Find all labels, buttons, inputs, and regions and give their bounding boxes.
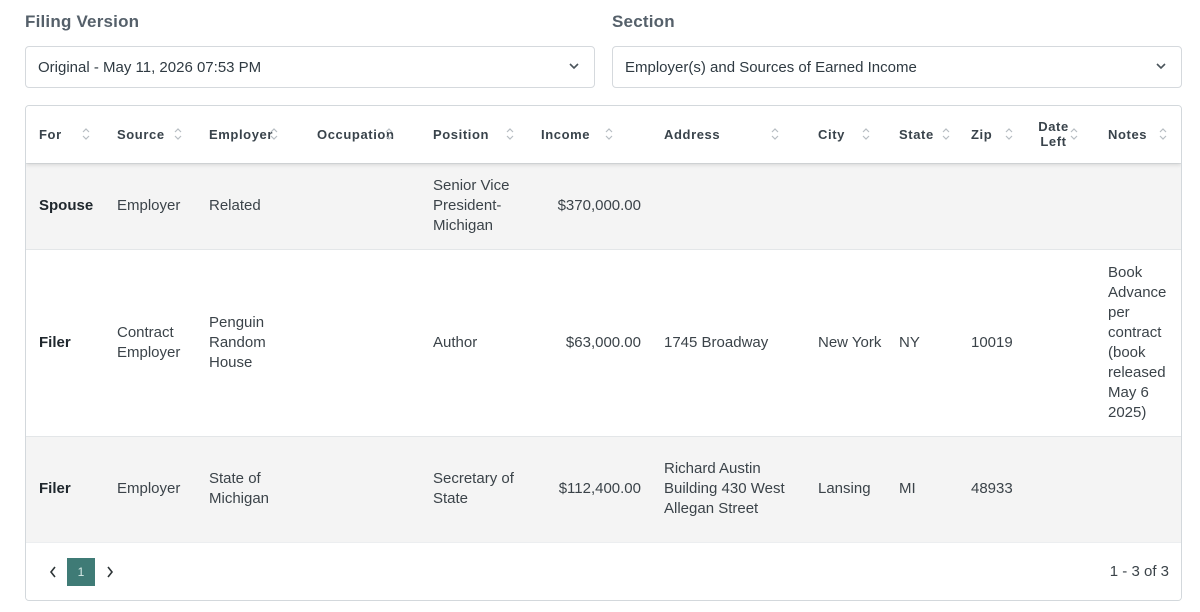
cell-state: NY — [899, 333, 920, 351]
cell-position: Secretary of State — [433, 470, 514, 508]
section-label: Section — [612, 12, 675, 31]
cell-employer: Related — [209, 197, 261, 214]
cell-date-left — [1026, 436, 1095, 542]
chevron-left-icon[interactable] — [48, 565, 58, 579]
column-header-occupation[interactable]: Occupation — [304, 106, 420, 163]
filing-version-select[interactable]: Original - May 11, 2026 07:53 PM — [25, 46, 595, 88]
section-select[interactable]: Employer(s) and Sources of Earned Income — [612, 46, 1182, 88]
column-header-for[interactable]: For — [26, 106, 104, 163]
pagination-bar: 1 1 - 3 of 3 — [26, 542, 1181, 600]
column-header-city[interactable]: City — [805, 106, 886, 163]
sort-icon — [385, 128, 393, 140]
column-label: State — [899, 126, 934, 142]
column-label: Occupation — [317, 126, 395, 142]
cell-city — [805, 163, 886, 249]
cell-employer: Penguin Random House — [209, 313, 266, 371]
sort-icon — [174, 128, 182, 140]
filing-version-value: Original - May 11, 2026 07:53 PM — [38, 58, 262, 76]
cell-address: Richard Austin Building 430 West Allegan… — [664, 460, 785, 518]
sort-icon — [942, 128, 950, 140]
cell-date-left — [1026, 249, 1095, 436]
table-row: Spouse Employer Related Senior Vice Pres… — [26, 163, 1181, 249]
column-label: Zip — [971, 126, 993, 142]
sort-icon — [82, 128, 90, 140]
cell-source: Employer — [117, 197, 181, 214]
column-label: Income — [541, 126, 591, 142]
cell-for: Filer — [39, 333, 71, 351]
column-label: City — [818, 126, 845, 142]
sort-icon — [506, 128, 514, 140]
cell-city: New York — [818, 333, 882, 351]
sort-icon — [270, 128, 278, 140]
column-label: Address — [664, 126, 721, 142]
cell-address — [651, 163, 805, 249]
sort-icon — [862, 128, 870, 140]
chevron-right-icon[interactable] — [105, 565, 115, 579]
chevron-down-icon — [569, 63, 579, 70]
cell-source: Contract Employer — [117, 323, 181, 361]
column-header-income[interactable]: Income — [528, 106, 651, 163]
column-header-source[interactable]: Source — [104, 106, 196, 163]
chevron-down-icon — [1156, 63, 1166, 70]
cell-state: MI — [899, 480, 916, 498]
sort-icon — [771, 128, 779, 140]
income-table: For Source Employer Occupation Position … — [26, 106, 1181, 542]
column-header-date-left[interactable]: Date Left — [1026, 106, 1095, 163]
sort-icon — [1159, 128, 1167, 140]
column-header-employer[interactable]: Employer — [196, 106, 304, 163]
pagination-range: 1 - 3 of 3 — [1109, 563, 1169, 580]
page-1-button[interactable]: 1 — [67, 558, 95, 586]
table-header-row: For Source Employer Occupation Position … — [26, 106, 1181, 163]
cell-employer: State of Michigan — [209, 470, 270, 508]
column-header-zip[interactable]: Zip — [958, 106, 1026, 163]
cell-position: Senior Vice President-Michigan — [433, 177, 510, 234]
sort-icon — [1070, 128, 1078, 140]
sort-icon — [1005, 128, 1013, 140]
cell-occupation — [304, 249, 420, 436]
cell-address: 1745 Broadway — [664, 333, 769, 351]
cell-notes — [1095, 436, 1181, 542]
column-header-address[interactable]: Address — [651, 106, 805, 163]
cell-zip: 10019 — [971, 333, 1013, 351]
cell-income: $112,400.00 — [558, 480, 641, 498]
cell-for: Spouse — [39, 197, 94, 214]
income-table-card: For Source Employer Occupation Position … — [25, 105, 1182, 601]
column-label: Source — [117, 126, 165, 142]
cell-state — [886, 163, 958, 249]
column-header-state[interactable]: State — [886, 106, 958, 163]
table-row: Filer Employer State of Michigan Secreta… — [26, 436, 1181, 542]
column-label: Employer — [209, 126, 274, 142]
sort-icon — [605, 128, 613, 140]
cell-date-left — [1026, 163, 1095, 249]
cell-position: Author — [433, 333, 478, 351]
cell-city: Lansing — [818, 480, 871, 498]
cell-notes — [1095, 163, 1181, 249]
column-header-position[interactable]: Position — [420, 106, 528, 163]
cell-zip — [958, 163, 1026, 249]
cell-for: Filer — [39, 480, 71, 498]
column-label: Date Left — [1038, 119, 1069, 150]
column-header-notes[interactable]: Notes — [1095, 106, 1181, 163]
cell-notes: Book Advance per contract (book released… — [1108, 263, 1167, 421]
column-label: Notes — [1108, 126, 1148, 142]
column-label: For — [39, 126, 62, 142]
cell-source: Employer — [117, 480, 181, 498]
filing-version-label: Filing Version — [25, 12, 140, 31]
section-value: Employer(s) and Sources of Earned Income — [625, 58, 917, 76]
cell-zip: 48933 — [971, 480, 1013, 498]
column-label: Position — [433, 126, 490, 142]
cell-income: $63,000.00 — [565, 333, 641, 351]
cell-income: $370,000.00 — [557, 197, 641, 214]
table-row: Filer Contract Employer Penguin Random H… — [26, 249, 1181, 436]
cell-occupation — [304, 163, 420, 249]
cell-occupation — [304, 436, 420, 542]
